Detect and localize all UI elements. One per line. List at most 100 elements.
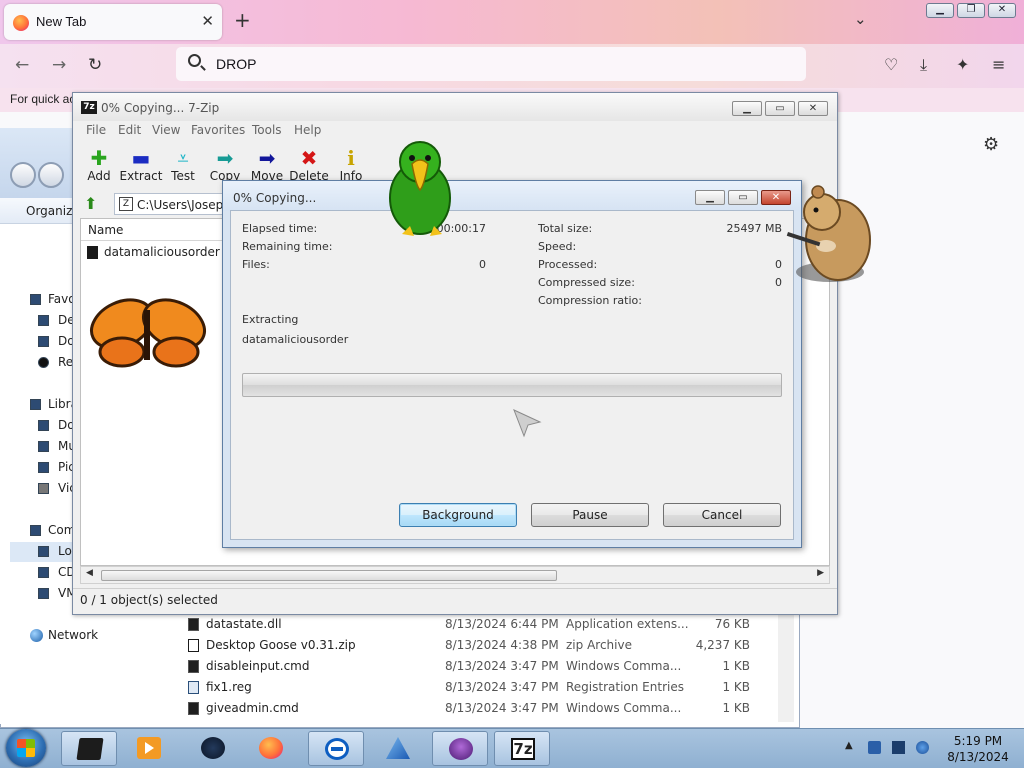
taskbar-firefox[interactable] [243,731,299,766]
taskbar-7zip[interactable]: 7z [494,731,550,766]
explorer-back-button[interactable] [10,162,36,188]
media-player-icon [137,737,161,759]
extract-button[interactable]: ▬ Extract [118,147,164,183]
tab-close-icon[interactable]: ✕ [201,12,214,30]
info-button[interactable]: i Info [328,147,374,183]
browser-tab-new-tab[interactable]: New Tab ✕ [4,4,222,40]
file-row[interactable]: Desktop Goose v0.31.zip 8/13/2024 4:38 P… [168,635,788,656]
downloads-icon[interactable]: ⤓ [920,55,927,75]
explorer-vertical-scrollbar[interactable] [778,612,794,722]
file-row[interactable]: datastate.dll 8/13/2024 6:44 PM Applicat… [168,614,788,635]
file-row[interactable]: fix1.reg 8/13/2024 3:47 PM Registration … [168,677,788,698]
tray-network-icon[interactable] [868,741,881,754]
taskbar-app[interactable] [185,731,241,766]
cancel-button[interactable]: Cancel [663,503,781,527]
blue-shape-icon [386,737,410,759]
computer-icon [30,525,41,536]
extensions-icon[interactable]: ✦ [956,55,969,74]
files-value: 0 [479,258,486,271]
move-button[interactable]: ➡ Move [244,147,290,183]
url-input[interactable]: DROP [216,56,256,72]
taskbar-explorer[interactable] [61,731,117,766]
explorer-forward-button[interactable] [38,162,64,188]
list-item[interactable]: datamaliciousorder [87,245,220,259]
file-name: datastate.dll [206,617,282,631]
pause-button[interactable]: Pause [531,503,649,527]
videos-icon [38,483,49,494]
status-text: 0 / 1 object(s) selected [80,593,218,607]
dialog-minimize-button[interactable]: ▁ [695,190,725,205]
pictures-icon [38,462,49,473]
copy-button[interactable]: ➡ Copy [202,147,248,183]
drive-icon: Z [119,197,133,211]
cmd-file-icon [188,702,199,715]
extract-icon: ▬ [131,146,151,170]
tray-expand-icon[interactable]: ▲ [845,740,853,751]
gear-icon[interactable]: ⚙ [983,134,999,155]
url-bar[interactable]: DROP [176,47,806,81]
back-arrow-icon[interactable]: ← [15,55,29,75]
scrollbar-thumb[interactable] [101,570,557,581]
7zip-horizontal-scrollbar[interactable]: ◀ ▶ [80,566,830,584]
menu-view[interactable]: View [152,123,180,137]
firefox-icon [13,15,29,31]
reload-icon[interactable]: ↻ [88,55,102,75]
menu-icon[interactable]: ≡ [992,55,1005,74]
taskbar-clock[interactable]: 5:19 PM 8/13/2024 [938,733,1018,765]
nav-recent[interactable]: Re [58,355,73,369]
menu-tools[interactable]: Tools [252,123,282,137]
dialog-maximize-button[interactable]: ▭ [728,190,758,205]
compression-ratio-label: Compression ratio: [538,294,642,307]
new-tab-button[interactable]: + [234,8,251,32]
tray-volume-icon[interactable] [916,741,929,754]
menu-favorites[interactable]: Favorites [191,123,245,137]
7zip-maximize-button[interactable]: ▭ [765,101,795,116]
total-size-value: 25497 MB [726,222,782,235]
file-row[interactable]: disableinput.cmd 8/13/2024 3:47 PM Windo… [168,656,788,677]
remaining-time-label: Remaining time: [242,240,333,253]
total-size-label: Total size: [538,222,593,235]
files-label: Files: [242,258,270,271]
taskbar-teamviewer[interactable] [308,731,364,766]
start-button[interactable] [6,729,46,767]
background-button[interactable]: Background [399,503,517,527]
7zip-minimize-button[interactable]: ▁ [732,101,762,116]
nav-network[interactable]: Network [48,628,98,642]
scroll-left-icon[interactable]: ◀ [86,568,93,578]
pocket-icon[interactable]: ♡ [884,55,898,74]
scroll-right-icon[interactable]: ▶ [817,568,824,578]
file-size: 76 KB [714,617,750,631]
nav-local-disk[interactable]: Lo [58,544,72,558]
browser-restore-button[interactable]: ❐ [957,3,985,18]
browser-minimize-button[interactable]: ▁ [926,3,954,18]
forward-arrow-icon[interactable]: → [52,55,66,75]
file-row[interactable]: giveadmin.cmd 8/13/2024 3:47 PM Windows … [168,698,788,719]
test-icon: ⩡ [177,146,189,170]
test-label: Test [171,169,195,183]
menu-edit[interactable]: Edit [118,123,141,137]
delete-button[interactable]: ✖ Delete [286,147,332,183]
up-folder-icon[interactable]: ⬆ [84,194,104,214]
test-button[interactable]: ⩡ Test [160,147,206,183]
add-icon: ✚ [90,146,108,170]
browser-close-button[interactable]: ✕ [988,3,1016,18]
7zip-menu-bar: File Edit View Favorites Tools Help [73,121,837,139]
file-date: 8/13/2024 3:47 PM [445,659,559,673]
tab-title: New Tab [36,14,87,29]
menu-file[interactable]: File [86,123,106,137]
teamviewer-icon [325,738,349,760]
7zip-close-button[interactable]: ✕ [798,101,828,116]
tray-monitor-icon[interactable] [892,741,905,754]
taskbar-app-blue[interactable] [370,731,426,766]
menu-help[interactable]: Help [294,123,321,137]
add-button[interactable]: ✚ Add [76,147,122,183]
taskbar-bonzi[interactable] [432,731,488,766]
desktop-icon [38,315,49,326]
7zip-title-bar[interactable]: 7z 0% Copying... 7-Zip [73,93,837,121]
column-header-name[interactable]: Name [81,219,231,241]
list-item-name: datamaliciousorder [104,245,220,259]
cd-drive-icon [38,567,49,578]
taskbar-media-player[interactable] [121,731,177,766]
operation-text: Extracting [242,313,299,326]
list-all-tabs-icon[interactable]: ⌄ [854,10,867,28]
